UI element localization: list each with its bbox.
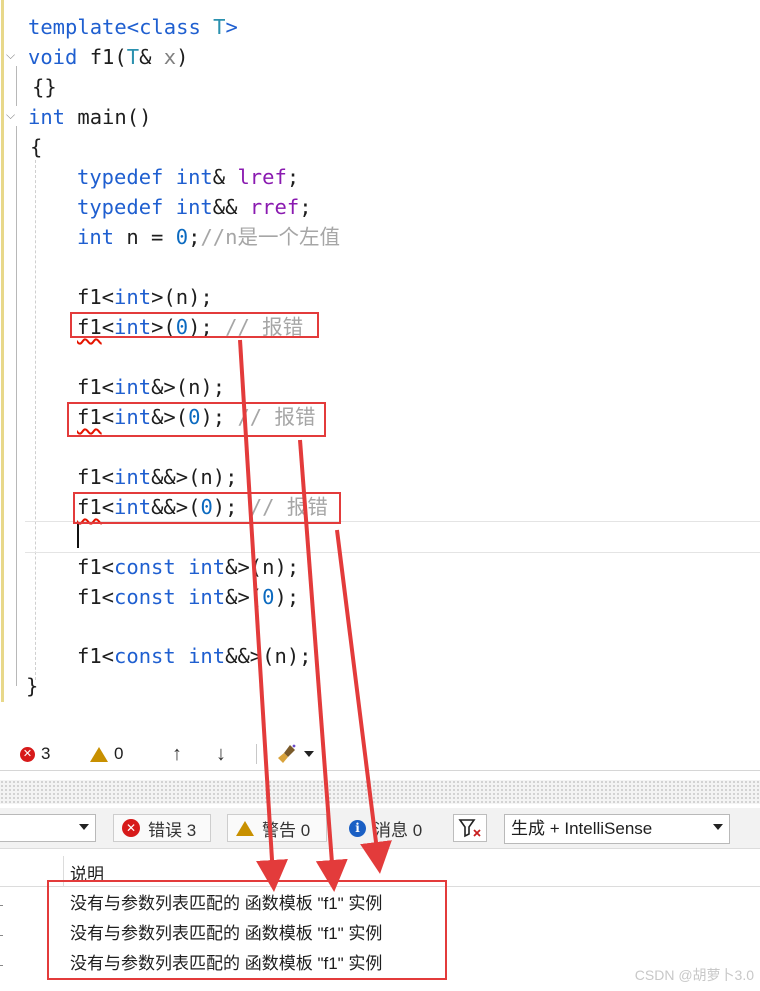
messages-filter-button[interactable]: i 消息 0	[340, 814, 438, 842]
broom-icon	[278, 744, 296, 763]
warning-icon	[236, 820, 254, 836]
fold-chevron-icon[interactable]: ⌵	[6, 48, 22, 64]
row-marker	[0, 905, 3, 906]
code-line-7: typedef int&& rref;	[77, 195, 312, 219]
filter-toggle-button[interactable]	[453, 814, 487, 842]
warning-icon	[90, 746, 108, 762]
error-list-toolbar: ✕ 错误 3 警告 0 i 消息 0 生成 + IntelliSense	[0, 808, 760, 849]
code-line-18: }	[26, 674, 39, 698]
watermark: CSDN @胡萝卜3.0	[634, 967, 754, 983]
arrow-down-icon: ↓	[216, 743, 226, 765]
build-source-value: 生成 + IntelliSense	[511, 819, 653, 838]
annotation-box-line-10	[70, 312, 319, 338]
error-icon: ✕	[20, 746, 35, 762]
current-line-highlight	[25, 521, 760, 553]
error-icon: ✕	[122, 819, 140, 837]
panel-splitter[interactable]	[0, 780, 760, 804]
code-editor[interactable]: ⌵ ⌵ template<class T> void f1(T& x) {} i…	[0, 0, 760, 705]
dropdown-caret-icon	[304, 751, 314, 757]
warning-count-indicator[interactable]: 0	[90, 742, 123, 766]
fold-line	[16, 66, 17, 106]
error-count: 3	[41, 744, 51, 763]
code-line-2: void f1(T& x)	[28, 45, 189, 69]
fold-chevron-icon[interactable]: ⌵	[6, 108, 22, 124]
dropdown-arrow-icon	[713, 824, 723, 830]
code-line-13: f1<int&&>(n);	[77, 465, 238, 489]
annotation-box-line-12	[67, 402, 326, 437]
text-caret	[77, 524, 79, 548]
code-line-8: int n = 0;//n是一个左值	[77, 225, 340, 249]
code-cleanup-button[interactable]	[276, 742, 314, 766]
annotation-box-error-rows	[47, 880, 447, 980]
code-line-3: {}	[32, 75, 57, 99]
filter-funnel-icon	[458, 819, 481, 838]
row-marker	[0, 935, 3, 936]
messages-filter-label: 消息 0	[374, 820, 423, 840]
code-line-9: f1<int>(n);	[77, 285, 213, 309]
warnings-filter-label: 警告 0	[262, 820, 311, 840]
code-line-15: f1<const int&>(n);	[77, 555, 300, 579]
code-line-1: template<class T>	[28, 15, 238, 39]
annotation-box-line-14	[73, 492, 341, 524]
arrow-up-icon: ↑	[172, 743, 182, 765]
error-list-panel: ✕ 错误 3 警告 0 i 消息 0 生成 + IntelliSense 说明 …	[0, 804, 760, 991]
build-source-dropdown[interactable]: 生成 + IntelliSense	[504, 814, 730, 844]
code-line-16: f1<const int&>(0);	[77, 585, 300, 609]
fold-line	[16, 126, 17, 686]
change-tracking-margin	[1, 0, 4, 702]
toolbar-separator	[256, 744, 257, 764]
warning-count: 0	[114, 744, 124, 763]
scope-dropdown[interactable]	[0, 814, 96, 842]
warnings-filter-button[interactable]: 警告 0	[227, 814, 327, 842]
code-line-11: f1<int&>(n);	[77, 375, 226, 399]
info-icon: i	[349, 819, 366, 837]
indent-guide	[35, 160, 36, 680]
code-line-4: int main()	[28, 105, 152, 129]
errors-filter-label: 错误 3	[148, 820, 197, 840]
row-marker	[0, 965, 3, 966]
error-count-indicator[interactable]: ✕ 3	[20, 742, 50, 766]
code-line-5: {	[30, 135, 43, 159]
errors-filter-button[interactable]: ✕ 错误 3	[113, 814, 211, 842]
code-line-17: f1<const int&&>(n);	[77, 644, 312, 668]
dropdown-arrow-icon	[79, 824, 89, 830]
previous-issue-button[interactable]: ↑	[172, 742, 182, 766]
editor-status-strip: ✕ 3 0 ↑ ↓	[0, 738, 760, 771]
code-line-6: typedef int& lref;	[77, 165, 300, 189]
next-issue-button[interactable]: ↓	[216, 742, 226, 766]
